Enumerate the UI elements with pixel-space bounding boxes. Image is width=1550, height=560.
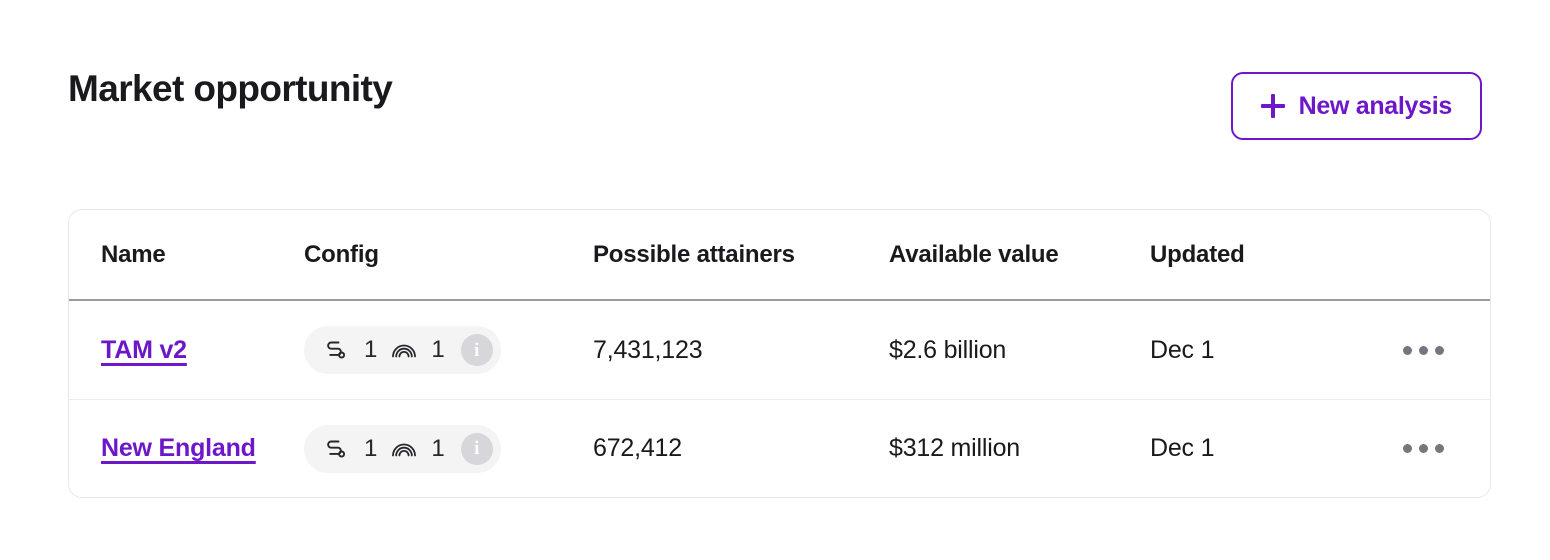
config-chip[interactable]: 1 1 i — [304, 326, 501, 374]
info-glyph: i — [474, 438, 480, 459]
available-value: $2.6 billion — [889, 335, 1007, 364]
ellipsis-icon[interactable] — [1397, 432, 1450, 465]
info-circle-icon[interactable]: i — [460, 334, 493, 366]
column-header-possible-attainers: Possible attainers — [593, 240, 795, 268]
route-count: 1 — [364, 336, 378, 363]
route-path-icon — [327, 341, 346, 359]
info-circle-icon[interactable]: i — [460, 432, 493, 465]
info-glyph: i — [474, 339, 480, 361]
analyses-table: Name Config Possible attainers Available… — [68, 209, 1491, 498]
column-header-name: Name — [101, 240, 166, 268]
available-value: $312 million — [889, 434, 1021, 462]
rainbow-count: 1 — [431, 336, 445, 363]
page-title: Market opportunity — [68, 68, 393, 109]
new-analysis-button-label: New analysis — [1298, 91, 1453, 120]
possible-attainers-value: 672,412 — [593, 434, 682, 462]
page-card: Market opportunity New analysis Name Con… — [4, 4, 1546, 556]
ellipsis-icon[interactable] — [1397, 334, 1450, 367]
page-header: Market opportunity New analysis — [68, 66, 1482, 146]
analysis-name-link[interactable]: New England — [101, 434, 256, 462]
route-count: 1 — [364, 434, 378, 462]
analysis-name-link[interactable]: TAM v2 — [101, 336, 187, 364]
config-chip[interactable]: 1 1 i — [304, 424, 501, 473]
rainbow-icon — [392, 443, 417, 456]
column-header-config: Config — [304, 240, 379, 268]
table-row: TAM v2 1 1 i 7,431,123 $2.6 billion Dec … — [69, 301, 1490, 399]
plus-icon — [1260, 94, 1285, 118]
updated-value: Dec 1 — [1150, 434, 1215, 462]
rainbow-icon — [392, 344, 417, 358]
column-header-available-value: Available value — [889, 240, 1059, 268]
table-row: New England 1 1 i 672,412 $312 million D… — [69, 399, 1490, 497]
column-header-updated: Updated — [1150, 240, 1245, 268]
rainbow-count: 1 — [431, 434, 445, 462]
new-analysis-button[interactable]: New analysis — [1230, 72, 1482, 140]
possible-attainers-value: 7,431,123 — [593, 335, 703, 364]
updated-value: Dec 1 — [1150, 335, 1215, 364]
route-path-icon — [327, 440, 346, 457]
table-header-row: Name Config Possible attainers Available… — [69, 210, 1490, 301]
